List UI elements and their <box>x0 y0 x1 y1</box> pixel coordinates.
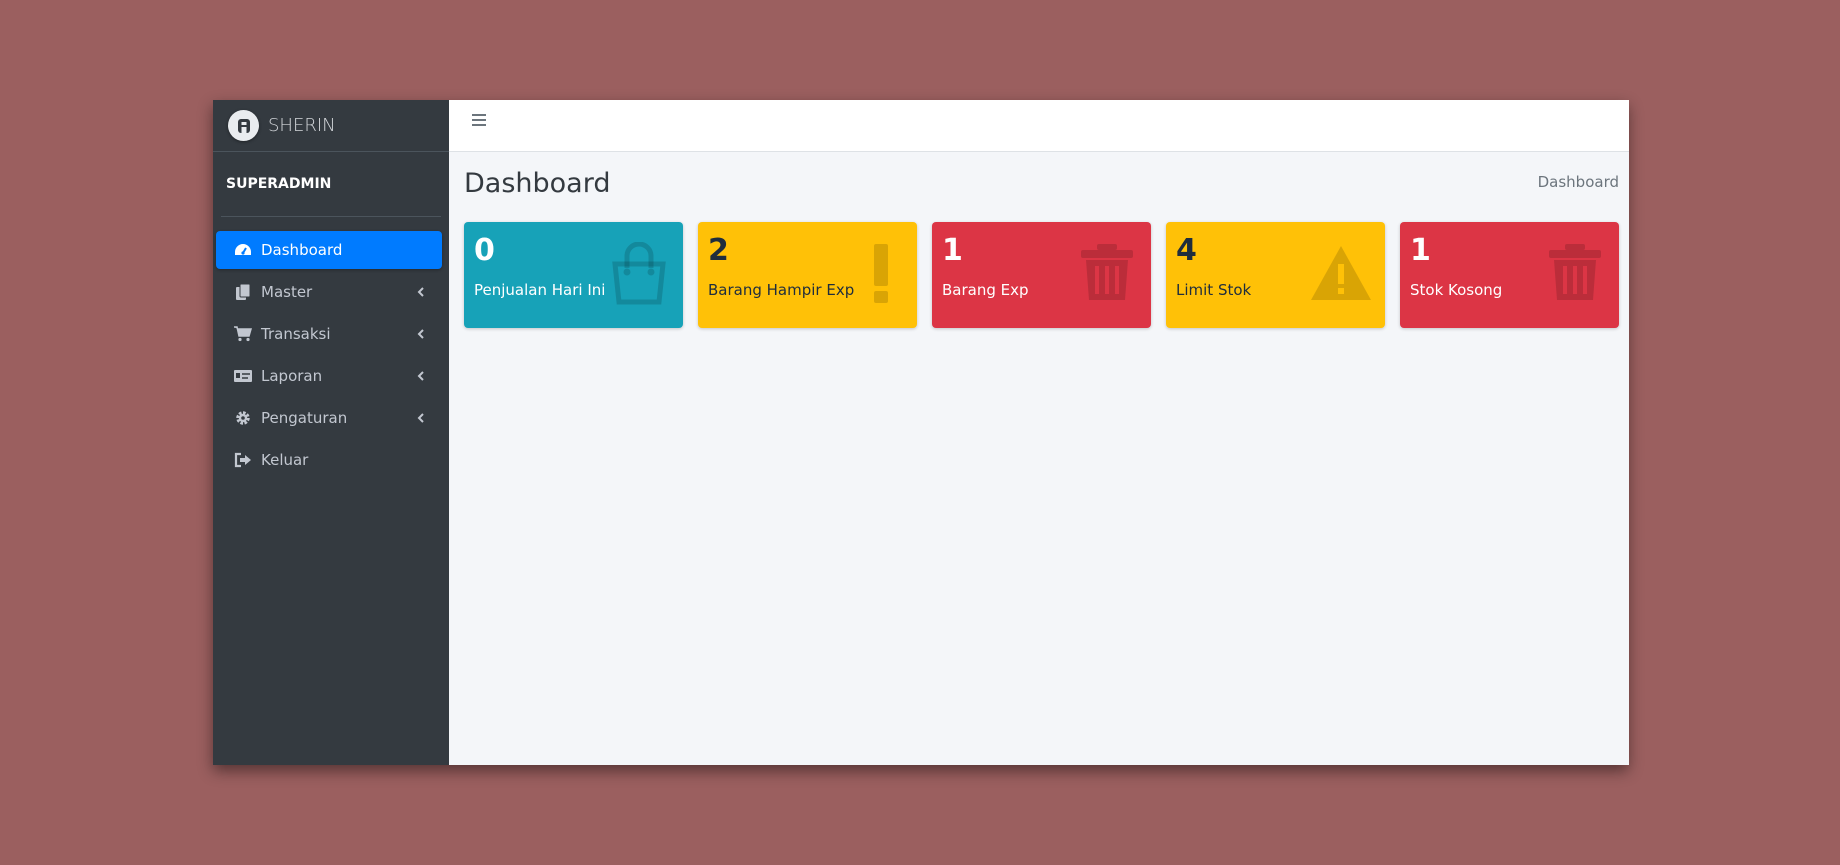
sidebar-item-master[interactable]: Master <box>216 273 442 311</box>
chevron-left-icon <box>417 287 424 297</box>
sidebar-item-label: Dashboard <box>261 241 343 259</box>
stat-box-stok-kosong[interactable]: 1 Stok Kosong <box>1400 222 1619 328</box>
cart-icon <box>234 325 252 343</box>
sidebar-item-transaksi[interactable]: Transaksi <box>216 315 442 353</box>
exclamation-icon <box>874 244 888 303</box>
sidebar-item-label: Master <box>261 283 313 301</box>
user-name: SUPERADMIN <box>226 176 332 192</box>
sidebar-item-laporan[interactable]: Laporan <box>216 357 442 395</box>
sidebar-item-label: Laporan <box>261 367 323 385</box>
gear-icon <box>234 409 252 427</box>
sidebar: SHERIN SUPERADMIN Dashboard Master Trans… <box>213 100 449 765</box>
chevron-left-icon <box>417 413 424 423</box>
sidebar-item-pengaturan[interactable]: Pengaturan <box>216 399 442 437</box>
sidebar-item-dashboard[interactable]: Dashboard <box>216 231 442 269</box>
app-window: SHERIN SUPERADMIN Dashboard Master Trans… <box>213 100 1629 765</box>
top-navbar <box>449 100 1629 152</box>
chevron-left-icon <box>417 371 424 381</box>
sidebar-nav: Dashboard Master Transaksi Laporan Penga… <box>213 217 449 479</box>
brand-name: SHERIN <box>268 115 336 136</box>
sidebar-item-keluar[interactable]: Keluar <box>216 441 442 479</box>
user-panel[interactable]: SUPERADMIN <box>221 152 441 217</box>
main-content: Dashboard Dashboard 0 Penjualan Hari Ini… <box>449 100 1629 765</box>
stat-box-limit-stok[interactable]: 4 Limit Stok <box>1166 222 1385 328</box>
brand-link[interactable]: SHERIN <box>213 100 449 152</box>
copy-icon <box>234 283 252 301</box>
warning-icon <box>1311 246 1371 300</box>
money-check-icon <box>234 367 252 385</box>
sidebar-item-label: Keluar <box>261 451 309 469</box>
stat-box-barang-exp[interactable]: 1 Barang Exp <box>932 222 1151 328</box>
content-header: Dashboard Dashboard <box>449 152 1629 222</box>
sign-out-icon <box>234 451 252 469</box>
shopping-bag-icon <box>612 242 666 305</box>
chevron-left-icon <box>417 329 424 339</box>
stat-box-penjualan-hari-ini[interactable]: 0 Penjualan Hari Ini <box>464 222 683 328</box>
page-title: Dashboard <box>464 168 611 199</box>
hamburger-icon[interactable] <box>472 112 486 130</box>
stat-boxes: 0 Penjualan Hari Ini 2 Barang Hampir Exp <box>449 222 1629 328</box>
tachometer-icon <box>234 241 252 259</box>
breadcrumb[interactable]: Dashboard <box>1538 173 1619 191</box>
brand-logo-icon <box>228 110 259 141</box>
sidebar-item-label: Pengaturan <box>261 409 348 427</box>
trash-icon <box>1081 244 1133 300</box>
sidebar-item-label: Transaksi <box>261 325 331 343</box>
trash-icon <box>1549 244 1601 300</box>
stat-box-barang-hampir-exp[interactable]: 2 Barang Hampir Exp <box>698 222 917 328</box>
